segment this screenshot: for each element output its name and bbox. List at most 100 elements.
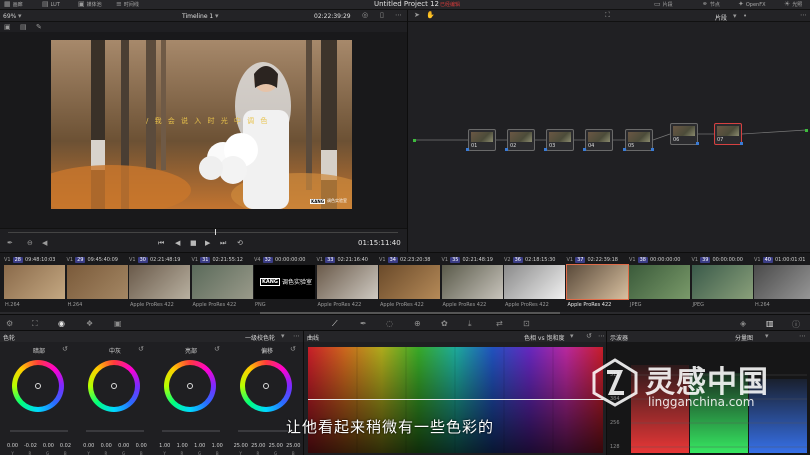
pen-icon[interactable]: ✒	[7, 240, 13, 247]
curves-mode-selector[interactable]: 色相 vs 饱和度	[524, 333, 565, 342]
wheel-value[interactable]: 25.00	[269, 443, 283, 449]
lut-button[interactable]: ▤ LUT	[42, 1, 60, 8]
node-03[interactable]: 03	[546, 129, 574, 151]
input-pin[interactable]	[413, 139, 416, 142]
more-icon[interactable]: ⋯	[293, 333, 300, 340]
wheel-value[interactable]: 1.00	[159, 443, 170, 449]
key-pin[interactable]	[740, 142, 743, 145]
zoom-level[interactable]: 69%	[3, 13, 16, 20]
sizing-icon[interactable]: ⊡	[523, 319, 530, 328]
lighting-button[interactable]: ☀ 光照	[784, 1, 802, 9]
node-mode-selector[interactable]: 片段	[715, 13, 727, 22]
chevron-down-icon[interactable]: ▾	[733, 13, 737, 20]
camera-raw-icon[interactable]: ⚙	[6, 319, 13, 328]
color-wheels-icon[interactable]: ◉	[58, 319, 65, 328]
qualifier-icon[interactable]: ✒	[360, 319, 367, 328]
key-pin[interactable]	[696, 142, 699, 145]
node-01[interactable]: 01	[468, 129, 496, 151]
hand-icon[interactable]: ✋	[426, 12, 435, 19]
wheel-master-slider[interactable]	[10, 430, 68, 432]
node-06[interactable]: 06	[670, 123, 698, 145]
wheel-value[interactable]: 0.00	[101, 443, 112, 449]
scopes-mode-selector[interactable]: 分量图	[735, 333, 753, 342]
clip-32[interactable]: V4 32 00:00:00:00 KANG 调色实验室 PNG	[254, 255, 316, 313]
wheel-value[interactable]: 0.00	[83, 443, 94, 449]
key-pin[interactable]	[466, 148, 469, 151]
clip-33[interactable]: V1 33 02:21:16:40 Apple ProRes 422	[316, 255, 379, 313]
node-05[interactable]: 05	[625, 129, 653, 151]
chevron-down-icon[interactable]: ▾	[281, 333, 285, 340]
wheel-value[interactable]: 0.00	[136, 443, 147, 449]
key-pin[interactable]	[623, 148, 626, 151]
offset-wheel[interactable]	[240, 360, 292, 412]
blur-icon[interactable]: ⤓	[468, 319, 472, 329]
wheel-puck[interactable]	[111, 383, 117, 389]
loop-button[interactable]: ⟲	[237, 239, 243, 247]
wheel-value[interactable]: -0.02	[24, 443, 37, 449]
color-match-icon[interactable]: ⛶	[32, 319, 38, 329]
wheel-puck[interactable]	[263, 383, 269, 389]
more-icon[interactable]: ⋯	[799, 333, 806, 340]
rgb-mixer-icon[interactable]: ❖	[86, 319, 93, 328]
more-icon[interactable]: ⋯	[598, 333, 605, 340]
node-04[interactable]: 04	[585, 129, 613, 151]
link-icon[interactable]: ⊖	[27, 240, 33, 247]
wheel-value[interactable]: 0.00	[118, 443, 129, 449]
chevron-down-icon[interactable]: ▾	[215, 13, 219, 20]
wheel-value[interactable]: 0.02	[60, 443, 71, 449]
wheel-value[interactable]: 25.00	[286, 443, 300, 449]
midtones-wheel[interactable]	[88, 360, 140, 412]
play-button[interactable]: ▶	[205, 239, 210, 247]
key-pin[interactable]	[544, 148, 547, 151]
image-wipe-icon[interactable]: ▣	[4, 24, 11, 31]
reverse-button[interactable]: ◀	[175, 239, 180, 247]
timeline-button[interactable]: ≡ 时间线	[116, 1, 139, 9]
3d-icon[interactable]: ◈	[740, 319, 746, 328]
key-pin[interactable]	[651, 148, 654, 151]
clip-38[interactable]: V1 38 00:00:00:00 JPEG	[629, 255, 691, 313]
zoom-fit-icon[interactable]: ⛶	[605, 12, 610, 19]
clip-40[interactable]: V1 40 01:00:01:01 H.264	[754, 255, 810, 313]
wheels-mode-selector[interactable]: 一级校色轮	[245, 333, 275, 342]
gallery-button[interactable]: ▦ 画廊	[4, 1, 23, 9]
wheel-value[interactable]: 25.00	[234, 443, 248, 449]
go-to-end-button[interactable]: ⏭	[220, 239, 226, 248]
more-icon[interactable]: ⋯	[395, 12, 402, 19]
hue-vs-sat-curve[interactable]	[308, 347, 603, 453]
chevron-down-icon[interactable]: ▾	[570, 333, 574, 340]
key-pin[interactable]	[583, 148, 586, 151]
node-07[interactable]: 07	[714, 123, 742, 145]
wheel-puck[interactable]	[187, 383, 193, 389]
clip-30[interactable]: V1 30 02:21:48:19 Apple ProRes 422	[129, 255, 191, 313]
wheel-value[interactable]: 1.00	[177, 443, 188, 449]
clip-35[interactable]: V1 35 02:21:48:19 Apple ProRes 422	[441, 255, 504, 313]
wheel-value[interactable]: 0.00	[43, 443, 54, 449]
wheel-value[interactable]: 1.00	[194, 443, 205, 449]
openfx-button[interactable]: ✦ OpenFX	[738, 1, 766, 8]
curve-line[interactable]	[308, 399, 603, 400]
wheel-value[interactable]: 1.00	[212, 443, 223, 449]
media-pool-button[interactable]: ▣ 媒体池	[78, 1, 102, 9]
reset-icon[interactable]: ↺	[214, 346, 220, 353]
timeline-selector[interactable]: Timeline 1	[182, 13, 213, 20]
key-icon[interactable]: ⇄	[496, 319, 503, 328]
wheel-master-slider[interactable]	[162, 430, 220, 432]
reset-icon[interactable]: ↺	[62, 346, 68, 353]
scrubber[interactable]	[8, 232, 398, 233]
wheel-master-slider[interactable]	[86, 430, 144, 432]
split-screen-icon[interactable]: ▤	[20, 24, 27, 31]
clips-button[interactable]: ▭ 片段	[654, 1, 673, 9]
node-editor[interactable]: 01 02 03 04 05 06 07	[407, 22, 810, 252]
reset-icon[interactable]: ↺	[586, 333, 592, 340]
wheel-value[interactable]: 25.00	[251, 443, 265, 449]
reset-icon[interactable]: ↺	[138, 346, 144, 353]
stop-button[interactable]: ■	[190, 239, 197, 247]
tracker-icon[interactable]: ⊕	[414, 319, 421, 328]
info-icon[interactable]: ⓘ	[792, 319, 800, 330]
highlight-icon[interactable]: ✎	[36, 24, 42, 31]
pointer-icon[interactable]: ➤	[414, 12, 420, 19]
output-pin[interactable]	[805, 129, 808, 132]
clip-31[interactable]: V1 31 02:21:55:12 Apple ProRes 422	[191, 255, 254, 313]
highlights-wheel[interactable]	[164, 360, 216, 412]
nodes-button[interactable]: ⚭ 节点	[702, 1, 720, 9]
